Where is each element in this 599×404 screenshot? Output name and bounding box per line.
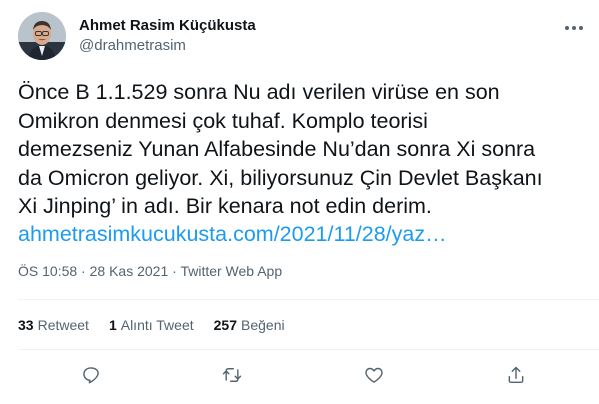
tweet-stats: 33 Retweet 1 Alıntı Tweet 257 Beğeni [18,316,305,334]
heart-icon [365,367,383,383]
likes-count: 257 [213,317,237,333]
like-button[interactable] [361,362,387,388]
tweet-text-line: da Omicron geliyor. Xi, biliyorsunuz Çin… [18,165,543,190]
tweet-card: Ahmet Rasim Küçükusta @drahmetrasim Önce… [0,0,599,404]
tweet-link[interactable]: ahmetrasimkucukusta.com/2021/11/28/yaz… [18,220,447,248]
divider [18,349,599,350]
likes-label: Beğeni [241,317,285,333]
author-handle[interactable]: @drahmetrasim [79,37,186,55]
retweets-count: 33 [18,317,34,333]
quote-tweets-count: 1 [108,317,117,333]
meta-separator: · [172,263,177,279]
quote-tweets-label: Alıntı Tweet [120,317,194,333]
tweet-text-line: Xi Jinping’ in adı. Bir kenara not edin … [18,194,432,218]
reply-icon [83,367,99,384]
quote-tweets-stat[interactable]: 1 Alıntı Tweet [109,316,194,334]
tweet-text-line: Omikron denmesi çok tuhaf. Komplo teoris… [18,108,428,133]
tweet-text-line: Önce B 1.1.529 sonra Nu adı verilen virü… [18,80,500,104]
tweet-actions [0,362,599,388]
tweet-date[interactable]: 28 Kas 2021 [90,263,169,279]
retweet-icon [222,368,242,382]
retweets-label: Retweet [37,317,89,333]
author-name[interactable]: Ahmet Rasim Küçükusta [79,17,256,35]
more-options-button[interactable] [562,18,586,38]
tweet-source[interactable]: Twitter Web App [180,263,282,279]
meta-separator: · [81,263,86,279]
retweets-stat[interactable]: 33 Retweet [18,316,89,334]
reply-button[interactable] [78,362,104,388]
tweet-text: Önce B 1.1.529 sonra Nu adı verilen virü… [18,78,578,221]
divider [18,299,599,300]
likes-stat[interactable]: 257 Beğeni [214,316,285,334]
tweet-time[interactable]: ÖS 10:58 [18,263,77,279]
more-horizontal-icon [565,26,583,30]
retweet-button[interactable] [219,362,245,388]
share-icon [508,366,524,384]
avatar[interactable] [18,12,66,60]
share-button[interactable] [503,362,529,388]
tweet-text-line: demezseniz Yunan Alfabesinde Nu’dan sonr… [18,137,536,161]
tweet-meta: ÖS 10:58 · 28 Kas 2021 · Twitter Web App [18,262,282,280]
